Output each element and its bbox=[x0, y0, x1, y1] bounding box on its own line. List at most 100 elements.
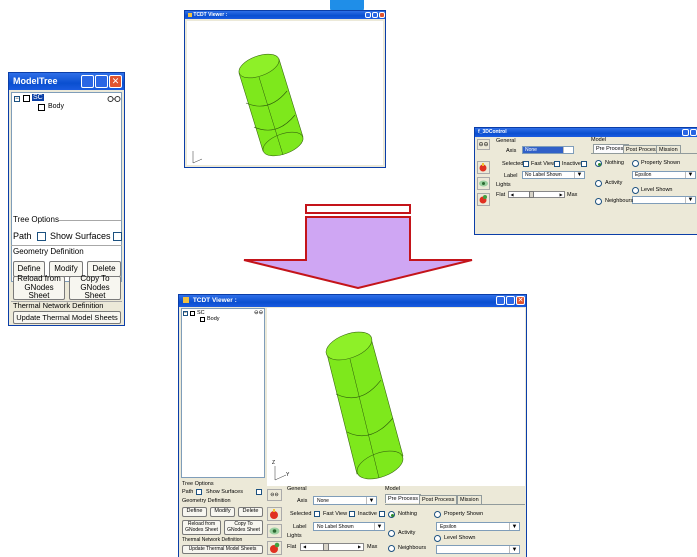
close-icon[interactable] bbox=[379, 12, 385, 18]
big-axis-select[interactable]: None ▼ bbox=[313, 496, 377, 505]
link-icon[interactable] bbox=[107, 95, 121, 103]
big-tree-panel[interactable]: − SC Body ⊖⊖ bbox=[181, 308, 265, 478]
control-maximize-icon[interactable] bbox=[690, 129, 697, 136]
big-activity-radio[interactable] bbox=[388, 530, 395, 537]
tree-child-label[interactable]: Body bbox=[48, 103, 64, 110]
big-tree-root-checkbox[interactable] bbox=[190, 311, 195, 316]
big-label-label: Label bbox=[293, 524, 307, 530]
big-level-shown-radio[interactable] bbox=[434, 535, 441, 542]
big-tree-child-label[interactable]: Body bbox=[207, 316, 220, 322]
big-lights-slider[interactable]: ◀ ▶ bbox=[300, 543, 364, 551]
big-viewer-close-icon[interactable]: ✕ bbox=[516, 296, 525, 305]
small-viewer-title: TCDT Viewer : bbox=[193, 12, 228, 18]
big-tab-post-process[interactable]: Post Process bbox=[419, 495, 458, 504]
model-label: Model bbox=[591, 137, 606, 143]
big-slider-thumb[interactable] bbox=[323, 543, 329, 551]
big-control-scene-icon-3[interactable] bbox=[267, 541, 282, 555]
big-fast-view-checkbox[interactable] bbox=[349, 511, 355, 517]
big-reload-button[interactable]: Reload from GNodes Sheet bbox=[182, 520, 221, 535]
modeltree-maximize-icon[interactable] bbox=[95, 75, 108, 88]
neighbours-label: Neighbours bbox=[605, 198, 634, 204]
big-viewer-maximize-icon[interactable] bbox=[506, 296, 515, 305]
tree-root-label[interactable]: SC bbox=[32, 94, 44, 101]
property-select[interactable]: Epsilon ▼ bbox=[632, 171, 696, 179]
selected-checkbox[interactable] bbox=[523, 161, 529, 167]
big-neighbours-radio[interactable] bbox=[388, 545, 395, 552]
slider-left-arrow-icon[interactable]: ◀ bbox=[509, 192, 515, 197]
tree-root-checkbox[interactable] bbox=[23, 95, 30, 102]
level-select[interactable]: ▼ bbox=[632, 196, 696, 204]
nothing-radio[interactable] bbox=[595, 160, 602, 167]
fast-view-checkbox[interactable] bbox=[554, 161, 560, 167]
big-property-select[interactable]: Epsilon ▼ bbox=[436, 522, 520, 531]
small-viewport[interactable] bbox=[187, 21, 383, 165]
slider-thumb[interactable] bbox=[529, 191, 534, 198]
big-define-button[interactable]: Define bbox=[182, 507, 207, 517]
big-label-select[interactable]: No Label Shown ▼ bbox=[313, 522, 385, 531]
big-control-link-icon[interactable]: ⊖⊖ bbox=[267, 489, 282, 501]
big-level-shown-label: Level Shown bbox=[444, 535, 476, 541]
big-level-select[interactable]: ▼ bbox=[436, 545, 520, 554]
path-label: Path bbox=[13, 231, 32, 241]
big-copy-to-gnodes-button[interactable]: Copy To GNodes Sheet bbox=[224, 520, 263, 535]
activity-radio[interactable] bbox=[595, 180, 602, 187]
lights-slider[interactable]: ◀ ▶ bbox=[508, 191, 565, 198]
path-checkbox[interactable] bbox=[37, 232, 46, 241]
big-property-shown-radio[interactable] bbox=[434, 511, 441, 518]
control-scene-icon-1[interactable] bbox=[477, 161, 490, 174]
neighbours-radio[interactable] bbox=[595, 198, 602, 205]
tree-child-checkbox[interactable] bbox=[38, 104, 45, 111]
control-link-icon[interactable]: ⊖⊖ bbox=[477, 139, 490, 150]
big-selected-checkbox[interactable] bbox=[314, 511, 320, 517]
geometry-definition-label: Geometry Definition bbox=[13, 247, 84, 256]
big-viewer-minimize-icon[interactable] bbox=[496, 296, 505, 305]
show-surfaces-checkbox[interactable] bbox=[113, 232, 122, 241]
control-scene-icon-2[interactable] bbox=[477, 177, 490, 190]
inactive-checkbox[interactable] bbox=[581, 161, 587, 167]
axis-select[interactable]: None ▼ bbox=[522, 146, 574, 154]
copy-to-gnodes-button[interactable]: Copy To GNodes Sheet bbox=[69, 275, 121, 300]
big-nothing-radio[interactable] bbox=[388, 511, 395, 518]
control-minimize-icon[interactable] bbox=[682, 129, 689, 136]
big-tree-collapse-icon[interactable]: − bbox=[183, 311, 188, 316]
update-thermal-button[interactable]: Update Thermal Model Sheets bbox=[13, 311, 121, 324]
big-slider-left-arrow-icon[interactable]: ◀ bbox=[301, 544, 308, 550]
big-control-scene-icon-2[interactable] bbox=[267, 524, 282, 538]
big-axis-select-value: None bbox=[317, 498, 329, 504]
big-delete-button[interactable]: Delete bbox=[238, 507, 263, 517]
maximize-icon[interactable] bbox=[372, 12, 378, 18]
property-shown-radio[interactable] bbox=[632, 160, 639, 167]
nothing-label: Nothing bbox=[605, 160, 624, 166]
chevron-down-icon: ▼ bbox=[509, 546, 519, 553]
modeltree-minimize-icon[interactable] bbox=[81, 75, 94, 88]
big-modify-button[interactable]: Modify bbox=[210, 507, 235, 517]
control-scene-icon-3[interactable] bbox=[477, 193, 490, 206]
big-path-checkbox[interactable] bbox=[196, 489, 202, 495]
big-inactive-label: Inactive bbox=[358, 511, 377, 517]
big-viewer-titlebar: TCDT Viewer : bbox=[179, 295, 526, 307]
big-show-surfaces-checkbox[interactable] bbox=[256, 489, 262, 495]
big-flat-label: Flat bbox=[287, 544, 297, 550]
big-selected-label: Selected bbox=[290, 511, 312, 517]
big-slider-right-arrow-icon[interactable]: ▶ bbox=[356, 544, 363, 550]
level-shown-radio[interactable] bbox=[632, 187, 639, 194]
big-tab-mission[interactable]: Mission bbox=[457, 495, 482, 504]
big-viewport[interactable]: Z Y bbox=[267, 308, 525, 486]
big-tree-child-checkbox[interactable] bbox=[200, 317, 205, 322]
reload-button[interactable]: Reload from GNodes Sheet bbox=[13, 275, 65, 300]
tree-collapse-icon[interactable]: − bbox=[14, 96, 20, 102]
big-cylinder-scene: Z Y bbox=[272, 331, 404, 481]
modeltree-close-icon[interactable]: ✕ bbox=[109, 75, 122, 88]
label-select[interactable]: No Label Shown ▼ bbox=[522, 171, 585, 179]
big-link-icon[interactable]: ⊖⊖ bbox=[254, 310, 263, 316]
big-control-scene-icon-1[interactable] bbox=[267, 507, 282, 521]
big-tab-pre-process[interactable]: Pre Process bbox=[385, 494, 421, 503]
big-update-thermal-button[interactable]: Update Thermal Model Sheets bbox=[182, 545, 263, 554]
axis-y-label: Y bbox=[286, 472, 290, 478]
max-label: Max bbox=[567, 192, 578, 198]
slider-right-arrow-icon[interactable]: ▶ bbox=[558, 192, 564, 197]
minimize-icon[interactable] bbox=[365, 12, 371, 18]
lights-label: Lights bbox=[496, 182, 511, 188]
big-tree-root-label[interactable]: SC bbox=[197, 310, 205, 316]
big-inactive-checkbox[interactable] bbox=[379, 511, 385, 517]
